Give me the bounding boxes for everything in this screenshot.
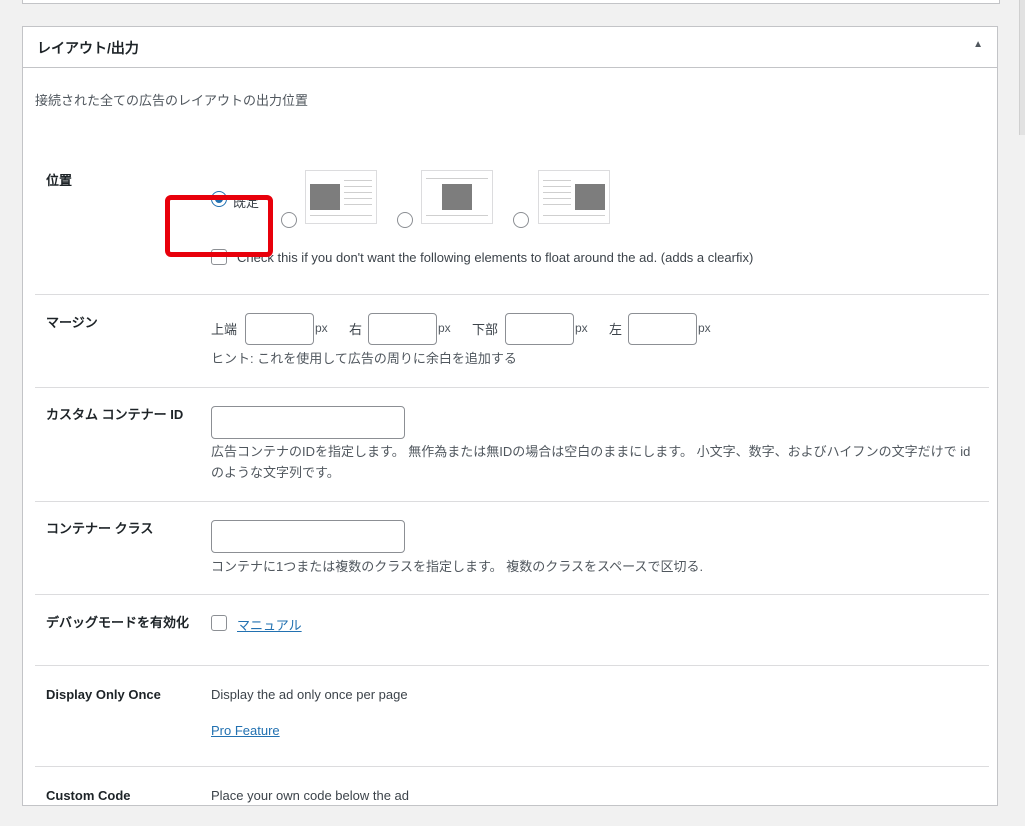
position-left-radio[interactable] bbox=[281, 212, 297, 228]
panel-description: 接続された全ての広告のレイアウトの出力位置 bbox=[35, 93, 309, 108]
container-class-label: コンテナー クラス bbox=[46, 521, 154, 536]
position-right-radio[interactable] bbox=[513, 212, 529, 228]
clearfix-label: Check this if you don't want the followi… bbox=[237, 250, 754, 265]
float-left-preview-icon[interactable] bbox=[305, 170, 377, 224]
debug-mode-row: デバッグモードを有効化 マニュアル bbox=[35, 594, 989, 666]
position-center-radio[interactable] bbox=[397, 212, 413, 228]
float-right-preview-icon[interactable] bbox=[538, 170, 610, 224]
debug-mode-label: デバッグモードを有効化 bbox=[46, 615, 190, 630]
container-id-label: カスタム コンテナー ID bbox=[46, 407, 184, 422]
container-id-input[interactable] bbox=[211, 406, 405, 439]
margin-bottom-label: 下部 bbox=[472, 322, 499, 337]
display-once-label: Display Only Once bbox=[46, 687, 161, 702]
margin-label: マージン bbox=[46, 315, 98, 330]
margin-left-unit: px bbox=[698, 321, 711, 335]
margin-top-label: 上端 bbox=[211, 322, 238, 337]
margin-row: マージン 上端 px 右 px 下部 px 左 px ヒント: これを使用して広… bbox=[35, 294, 989, 388]
layout-output-panel: レイアウト/出力 ▲ 接続された全ての広告のレイアウトの出力位置 位置 既定 C… bbox=[22, 26, 998, 806]
display-once-description: Display the ad only once per page bbox=[211, 687, 408, 702]
center-preview-icon[interactable] bbox=[421, 170, 493, 224]
margin-left-label: 左 bbox=[609, 322, 623, 337]
position-label: 位置 bbox=[46, 173, 73, 188]
custom-code-description: Place your own code below the ad bbox=[211, 788, 410, 803]
debug-mode-checkbox[interactable] bbox=[211, 615, 227, 631]
position-default-radio[interactable] bbox=[211, 191, 227, 207]
container-class-input[interactable] bbox=[211, 520, 405, 553]
margin-bottom-input[interactable] bbox=[505, 313, 574, 345]
pro-feature-link[interactable]: Pro Feature bbox=[211, 723, 280, 738]
margin-right-input[interactable] bbox=[368, 313, 437, 345]
debug-manual-link[interactable]: マニュアル bbox=[237, 615, 302, 634]
margin-bottom-unit: px bbox=[575, 321, 588, 335]
custom-code-row: Custom Code Place your own code below th… bbox=[35, 766, 989, 826]
custom-code-label: Custom Code bbox=[46, 788, 131, 803]
container-id-hint: 広告コンテナのIDを指定します。 無作為または無IDの場合は空白のままにします。… bbox=[211, 444, 971, 480]
previous-postbox bbox=[22, 0, 1000, 4]
collapse-arrow-icon[interactable]: ▲ bbox=[973, 39, 983, 50]
margin-left-input[interactable] bbox=[628, 313, 697, 345]
position-row: 位置 既定 Check this if you don't want the f… bbox=[35, 153, 989, 295]
panel-title: レイアウト/出力 bbox=[37, 40, 139, 56]
scrollbar[interactable] bbox=[1019, 0, 1025, 135]
margin-top-input[interactable] bbox=[245, 313, 314, 345]
container-class-hint: コンテナに1つまたは複数のクラスを指定します。 複数のクラスをスペースで区切る. bbox=[211, 559, 704, 574]
display-once-row: Display Only Once Display the ad only on… bbox=[35, 665, 989, 767]
margin-right-label: 右 bbox=[349, 322, 363, 337]
clearfix-checkbox[interactable] bbox=[211, 249, 227, 265]
margin-right-unit: px bbox=[438, 321, 451, 335]
container-class-row: コンテナー クラス コンテナに1つまたは複数のクラスを指定します。 複数のクラス… bbox=[35, 501, 989, 595]
panel-header[interactable]: レイアウト/出力 ▲ bbox=[23, 27, 997, 68]
margin-top-unit: px bbox=[315, 321, 328, 335]
container-id-row: カスタム コンテナー ID 広告コンテナのIDを指定します。 無作為または無ID… bbox=[35, 387, 989, 502]
margin-hint: ヒント: これを使用して広告の周りに余白を追加する bbox=[211, 351, 517, 366]
position-default-label: 既定 bbox=[233, 195, 260, 210]
